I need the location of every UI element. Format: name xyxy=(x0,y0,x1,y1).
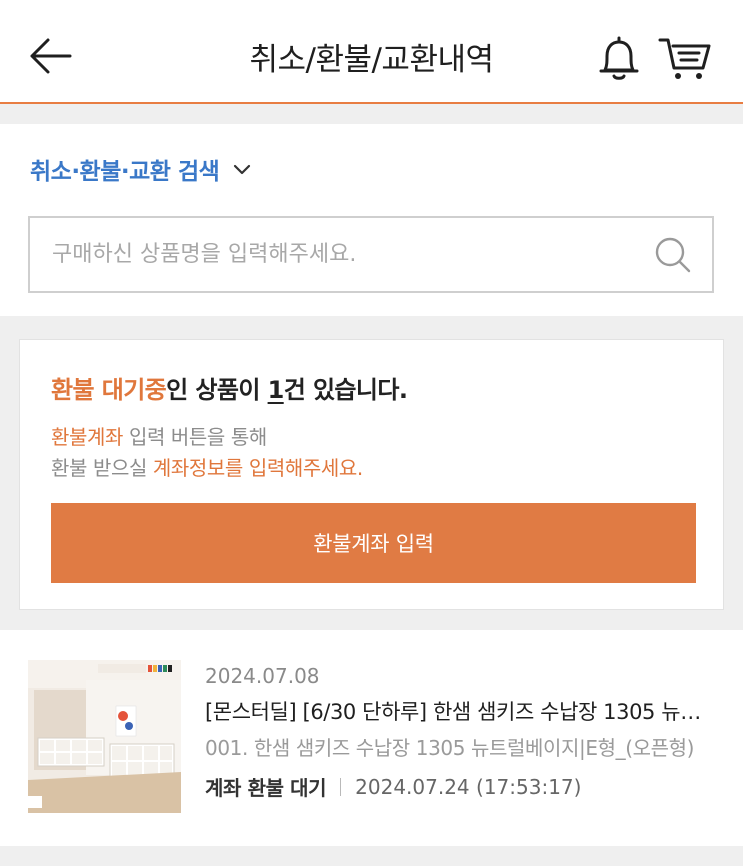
notification-button[interactable] xyxy=(593,30,645,86)
status-badge: 계좌 환불 대기 xyxy=(205,776,327,800)
search-button[interactable] xyxy=(654,236,692,274)
notice-description: 환불계좌 입력 버튼을 통해 환불 받으실 계좌정보를 입력해주세요. xyxy=(51,422,363,484)
app-header: 취소/환불/교환내역 xyxy=(0,0,743,104)
status-divider xyxy=(340,777,342,796)
notice-desc-rest-1: 입력 버튼을 통해 xyxy=(123,425,267,449)
chevron-down-icon xyxy=(234,164,251,175)
product-image xyxy=(28,660,181,813)
search-filter-toggle[interactable]: 취소·환불·교환 검색 xyxy=(30,152,251,186)
order-item[interactable]: 2024.07.08 [몬스터딜] [6/30 단하루] 한샘 샘키즈 수납장 … xyxy=(0,630,743,846)
notice-title-highlight: 환불 대기중 xyxy=(51,376,167,404)
cart-button[interactable] xyxy=(655,32,715,84)
search-panel: 취소·환불·교환 검색 xyxy=(0,124,743,316)
notice-desc-line-1: 환불계좌 입력 버튼을 통해 xyxy=(51,422,363,453)
product-name[interactable]: [몬스터딜] [6/30 단하루] 한샘 샘키즈 수납장 1305 뉴트럴베이지 xyxy=(205,696,715,726)
search-box xyxy=(28,216,714,293)
notice-title-mid: 인 상품이 xyxy=(166,376,268,404)
notice-desc-highlight-1: 환불계좌 xyxy=(51,425,123,449)
notice-desc-start-2: 환불 받으실 xyxy=(51,456,153,480)
cart-icon xyxy=(658,38,711,79)
order-status-row: 계좌 환불 대기 2024.07.24 (17:53:17) xyxy=(205,772,581,801)
product-option: 001. 한샘 샘키즈 수납장 1305 뉴트럴베이지|E형_(오픈형) xyxy=(205,736,694,760)
notice-title-count: 1 xyxy=(267,376,285,404)
refund-account-button[interactable]: 환불계좌 입력 xyxy=(51,503,696,583)
notice-desc-highlight-2: 계좌정보를 입력해주세요. xyxy=(152,456,363,480)
notice-title-end: 건 있습니다. xyxy=(283,376,408,404)
product-thumbnail[interactable] xyxy=(28,660,181,813)
notice-title: 환불 대기중인 상품이 1건 있습니다. xyxy=(51,370,408,405)
search-filter-label: 취소·환불·교환 검색 xyxy=(30,159,220,185)
order-date: 2024.07.08 xyxy=(205,664,320,688)
bell-icon xyxy=(599,36,639,80)
notice-desc-line-2: 환불 받으실 계좌정보를 입력해주세요. xyxy=(51,453,363,484)
status-timestamp: 2024.07.24 (17:53:17) xyxy=(355,774,582,799)
refund-pending-notice: 환불 대기중인 상품이 1건 있습니다. 환불계좌 입력 버튼을 통해 환불 받… xyxy=(19,339,724,610)
search-icon xyxy=(655,237,691,273)
search-input[interactable] xyxy=(30,218,650,291)
